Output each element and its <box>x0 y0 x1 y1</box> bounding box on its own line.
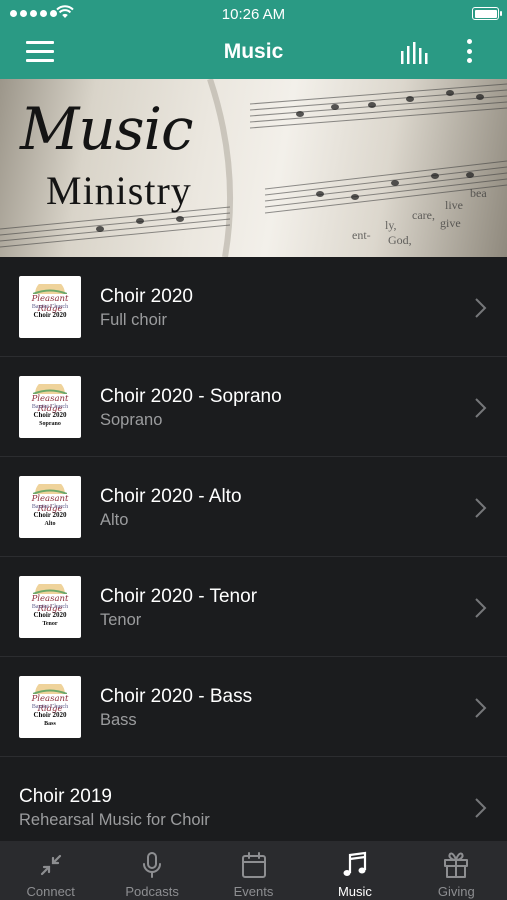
list-item[interactable]: Pleasant Ridge Baptist Church Choir 2020… <box>0 357 507 457</box>
tab-bar: Connect Podcasts Events Music Giving <box>0 841 507 900</box>
sunrise-logo-icon <box>33 384 67 394</box>
chevron-right-icon <box>475 498 487 518</box>
tab-label: Music <box>337 884 372 899</box>
svg-text:live: live <box>445 198 463 212</box>
tab-label: Connect <box>26 884 75 899</box>
banner-caps-text: Ministry <box>46 168 192 213</box>
svg-text:bea: bea <box>470 186 487 200</box>
microphone-icon <box>143 852 162 878</box>
sunrise-logo-icon <box>33 584 67 594</box>
connect-arrows-icon <box>40 854 61 876</box>
album-thumbnail: Pleasant Ridge Baptist Church Choir 2020… <box>19 476 81 538</box>
sunrise-logo-icon <box>33 484 67 494</box>
tab-events[interactable]: Events <box>203 841 304 900</box>
list-item-title: Choir 2019 <box>19 786 112 807</box>
chevron-right-icon <box>475 798 487 818</box>
tab-podcasts[interactable]: Podcasts <box>101 841 202 900</box>
list-item-title: Choir 2020 - Alto <box>100 486 242 507</box>
chevron-right-icon <box>475 698 487 718</box>
album-thumbnail: Pleasant Ridge Baptist Church Choir 2020… <box>19 576 81 638</box>
tab-label: Giving <box>437 884 475 899</box>
svg-text:ent-: ent- <box>352 228 371 242</box>
list-item-subtitle: Soprano <box>100 411 163 429</box>
calendar-icon <box>241 852 266 878</box>
chevron-right-icon <box>475 298 487 318</box>
banner-script-text: Music <box>20 95 194 163</box>
battery-icon <box>472 7 502 20</box>
top-bar: 10:26 AM Music <box>0 0 507 79</box>
list-item-subtitle: Tenor <box>100 611 142 629</box>
list-item-title: Choir 2020 - Tenor <box>100 586 258 607</box>
list-item-title: Choir 2020 <box>100 286 193 307</box>
gift-icon <box>444 852 469 878</box>
list-item-subtitle: Bass <box>100 711 137 729</box>
list-item-subtitle: Rehearsal Music for Choir <box>19 811 210 829</box>
chevron-right-icon <box>475 398 487 418</box>
equalizer-icon[interactable] <box>400 42 430 64</box>
more-options-button[interactable] <box>460 39 478 67</box>
tab-label: Events <box>233 884 274 899</box>
svg-text:God,: God, <box>388 233 412 247</box>
sunrise-logo-icon <box>33 684 67 694</box>
svg-text:give: give <box>440 216 461 230</box>
list-item-title: Choir 2020 - Bass <box>100 686 253 707</box>
svg-text:ly,: ly, <box>385 218 397 232</box>
status-time: 10:26 AM <box>221 6 286 23</box>
album-thumbnail: Pleasant Ridge Baptist Church Choir 2020 <box>19 276 81 338</box>
chevron-right-icon <box>475 598 487 618</box>
sunrise-logo-icon <box>33 284 67 294</box>
list-item-subtitle: Full choir <box>100 311 167 329</box>
music-ministry-banner: ent-ly, care, live bea God, give Music Minis… <box>0 79 507 257</box>
music-note-icon <box>343 851 367 876</box>
svg-text:care,: care, <box>412 208 435 222</box>
tab-music[interactable]: Music <box>304 841 405 900</box>
list-item[interactable]: Pleasant Ridge Baptist Church Choir 2020… <box>0 257 507 357</box>
list-item[interactable]: Pleasant Ridge Baptist Church Choir 2020… <box>0 657 507 757</box>
list-item-subtitle: Alto <box>100 511 129 529</box>
page-title: Music <box>223 40 284 63</box>
album-thumbnail: Pleasant Ridge Baptist Church Choir 2020… <box>19 376 81 438</box>
music-list: Pleasant Ridge Baptist Church Choir 2020… <box>0 257 507 857</box>
list-item-title: Choir 2020 - Soprano <box>100 386 282 407</box>
album-thumbnail: Pleasant Ridge Baptist Church Choir 2020… <box>19 676 81 738</box>
list-item[interactable]: Pleasant Ridge Baptist Church Choir 2020… <box>0 557 507 657</box>
list-item[interactable]: Pleasant Ridge Baptist Church Choir 2020… <box>0 457 507 557</box>
tab-connect[interactable]: Connect <box>0 841 101 900</box>
tab-label: Podcasts <box>125 884 179 899</box>
status-bar: 10:26 AM <box>0 0 507 28</box>
tab-giving[interactable]: Giving <box>406 841 507 900</box>
